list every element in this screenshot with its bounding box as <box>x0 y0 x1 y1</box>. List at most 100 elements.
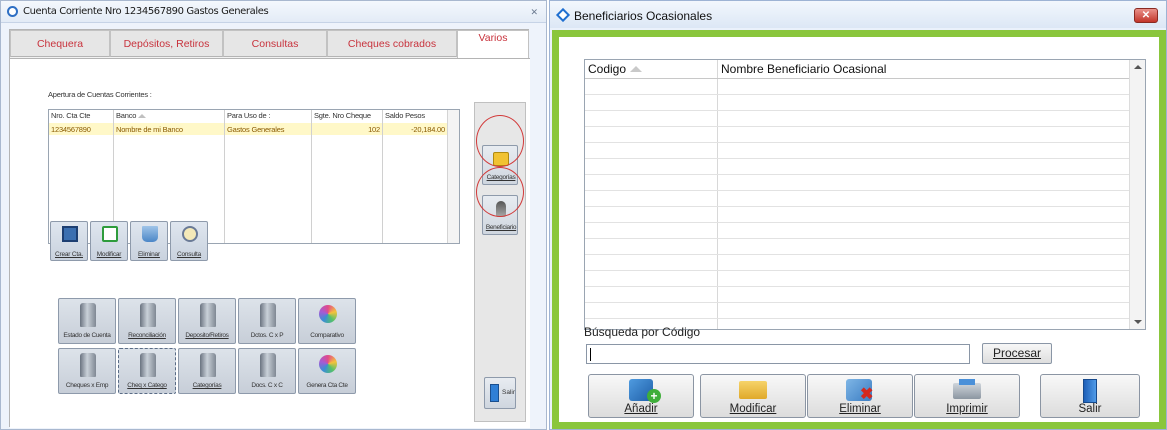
folder-file-icon <box>140 303 156 327</box>
header-divider <box>585 78 1130 79</box>
beneficiarios-panel: Codigo Nombre Beneficiario Ocasional Bús… <box>552 30 1166 429</box>
table-row[interactable] <box>585 286 1130 287</box>
report-comparativo-button[interactable]: Comparativo <box>298 298 356 344</box>
anadir-label: Añadir <box>624 403 658 415</box>
report-label: Deposito/Retiros <box>185 332 229 339</box>
folder-file-icon <box>200 353 216 377</box>
annotation-circle <box>476 167 524 217</box>
exit-door-icon <box>1083 379 1097 403</box>
tab-bar: Chequera Depósitos, Retiros Consultas Ch… <box>10 30 529 59</box>
consult-account-button[interactable]: Consulta <box>170 221 208 261</box>
table-row[interactable] <box>585 142 1130 143</box>
table-row[interactable] <box>585 110 1130 111</box>
close-icon[interactable]: ✕ <box>1134 8 1158 23</box>
report-categorias-button[interactable]: Categorías <box>178 348 236 394</box>
tab-cheques-cobrados[interactable]: Cheques cobrados <box>327 30 457 57</box>
report-label: Cheq x Catego <box>127 382 167 389</box>
annotation-circle <box>476 115 524 167</box>
col-header-nro-cta[interactable]: Nro. Cta Cte <box>51 110 90 122</box>
table-row[interactable] <box>585 238 1130 239</box>
salir-button[interactable]: Salir <box>1040 374 1140 418</box>
modificar-label: Modificar <box>729 403 777 415</box>
table-row[interactable] <box>585 190 1130 191</box>
grid-scrollbar[interactable] <box>1129 60 1145 329</box>
col-header-sgte-cheque[interactable]: Sgte. Nro Cheque <box>314 110 371 122</box>
table-row[interactable] <box>585 222 1130 223</box>
left-exit-button[interactable]: Salir <box>484 377 516 409</box>
col-header-nombre[interactable]: Nombre Beneficiario Ocasional <box>721 60 886 78</box>
create-account-label: Crear Cta. <box>55 251 83 258</box>
eliminar-label: Eliminar <box>839 403 881 415</box>
modificar-button[interactable]: Modificar <box>700 374 806 418</box>
procesar-button[interactable]: Procesar <box>982 343 1052 364</box>
procesar-label: Procesar <box>992 346 1042 360</box>
cell-para-uso: Gastos Generales <box>227 125 285 134</box>
report-label: Categorías <box>192 382 222 389</box>
folder-file-icon <box>140 353 156 377</box>
report-estado-cuenta-button[interactable]: Estado de Cuenta <box>58 298 116 344</box>
eliminar-button[interactable]: ✖ Eliminar <box>807 374 913 418</box>
anadir-button[interactable]: + Añadir <box>588 374 694 418</box>
grid-divider <box>717 60 718 329</box>
app-circle-icon <box>7 6 18 17</box>
grid-scrollbar[interactable] <box>447 110 459 243</box>
scroll-up-icon[interactable] <box>1134 65 1142 69</box>
left-window-titlebar[interactable]: Cuenta Corriente Nro 1234567890 Gastos G… <box>1 1 546 23</box>
report-deposito-retiros-button[interactable]: Deposito/Retiros <box>178 298 236 344</box>
delete-account-label: Eliminar <box>138 251 160 258</box>
report-dctos-cxp-button[interactable]: Dctos. C x P <box>238 298 296 344</box>
delete-account-button[interactable]: Eliminar <box>130 221 168 261</box>
beneficiarios-grid[interactable]: Codigo Nombre Beneficiario Ocasional <box>584 59 1146 330</box>
app-diamond-icon <box>555 7 571 23</box>
red-x-icon: ✖ <box>860 386 874 403</box>
report-label: Dctos. C x P <box>250 332 284 339</box>
tab-consultas[interactable]: Consultas <box>223 30 327 57</box>
report-cheq-catego-button[interactable]: Cheq x Catego <box>118 348 176 394</box>
cd-icon <box>319 305 337 323</box>
report-docs-cxc-button[interactable]: Docs. C x C <box>238 348 296 394</box>
table-row[interactable] <box>585 126 1130 127</box>
report-reconciliacion-button[interactable]: Reconciliación <box>118 298 176 344</box>
search-codigo-input[interactable] <box>586 344 970 364</box>
table-row[interactable] <box>585 254 1130 255</box>
right-window-titlebar[interactable]: Beneficiarios Ocasionales ✕ <box>550 1 1166 28</box>
salir-label: Salir <box>1078 403 1102 415</box>
report-label: Reconciliación <box>128 332 166 339</box>
table-row[interactable] <box>585 174 1130 175</box>
checking-account-window: Cuenta Corriente Nro 1234567890 Gastos G… <box>0 0 547 430</box>
table-row[interactable] <box>585 94 1130 95</box>
modify-account-label: Modificar <box>96 251 122 258</box>
cell-nro-cta: 1234567890 <box>51 125 91 134</box>
folder-file-icon <box>80 353 96 377</box>
scroll-down-icon[interactable] <box>1134 320 1142 324</box>
folder-file-icon <box>260 303 276 327</box>
tab-chequera[interactable]: Chequera <box>10 30 110 57</box>
tab-depositos-retiros[interactable]: Depósitos, Retiros <box>110 30 223 57</box>
report-genera-cta-button[interactable]: Genera Cta Cte <box>298 348 356 394</box>
imprimir-button[interactable]: Imprimir <box>914 374 1020 418</box>
left-exit-label: Salir <box>502 389 516 396</box>
col-header-codigo[interactable]: Codigo <box>588 60 643 78</box>
beneficiarios-window: Beneficiarios Ocasionales ✕ Codigo Nombr… <box>549 0 1167 430</box>
table-row[interactable] <box>585 318 1130 319</box>
table-row[interactable] <box>585 206 1130 207</box>
plus-icon: + <box>647 389 661 403</box>
create-account-button[interactable]: Crear Cta. <box>50 221 88 261</box>
col-header-banco[interactable]: Banco <box>116 110 147 122</box>
col-header-para-uso[interactable]: Para Uso de : <box>227 110 270 122</box>
modify-account-button[interactable]: Modificar <box>90 221 128 261</box>
left-window-title: Cuenta Corriente Nro 1234567890 Gastos G… <box>23 6 269 17</box>
report-cheques-emp-button[interactable]: Cheques x Emp <box>58 348 116 394</box>
create-account-icon <box>62 226 78 242</box>
table-row[interactable] <box>585 270 1130 271</box>
close-icon[interactable]: ✕ <box>530 7 538 18</box>
cell-saldo: -20,184.00 <box>411 125 445 134</box>
col-header-codigo-label: Codigo <box>588 62 627 76</box>
tab-varios[interactable]: Varios <box>457 30 529 59</box>
col-header-saldo[interactable]: Saldo Pesos <box>385 110 425 122</box>
grid-divider <box>382 110 383 243</box>
table-row[interactable] <box>585 158 1130 159</box>
table-row[interactable] <box>585 302 1130 303</box>
report-label: Cheques x Emp <box>65 382 109 389</box>
printer-paper-icon <box>959 379 975 385</box>
